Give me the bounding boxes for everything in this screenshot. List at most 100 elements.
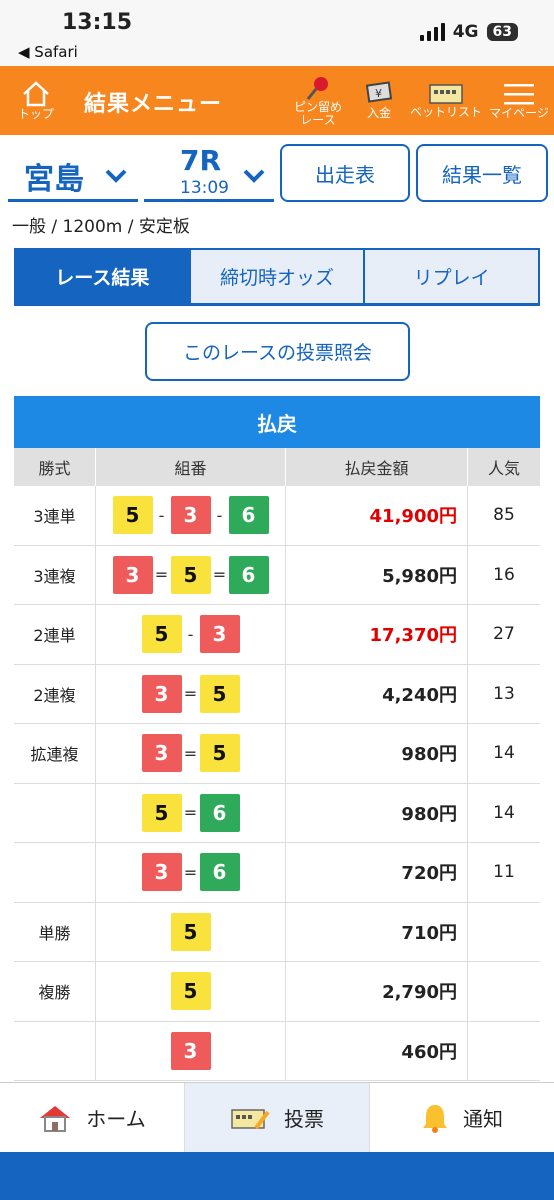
table-row: 2連単 5-3 17,370円 27	[14, 605, 540, 665]
payout-title: 払戻	[14, 396, 540, 448]
popularity-cell: 16	[493, 564, 515, 585]
tab-race-result[interactable]: レース結果	[16, 250, 191, 303]
payout-amount-cell: 5,980円	[286, 545, 468, 604]
venue-name: 宮島	[24, 162, 84, 197]
boat-number-chip: 5	[170, 972, 211, 1011]
boat-number-chip: 6	[199, 853, 240, 892]
payout-table-header: 勝式 組番 払戻金額 人気	[14, 448, 540, 486]
boat-number-chip: 3	[112, 555, 153, 594]
betlist-button[interactable]: ベットリスト	[410, 66, 482, 135]
home-nav-button[interactable]: ホーム	[0, 1083, 185, 1152]
boat-number-chip: 6	[228, 555, 269, 594]
page-title: 結果メニュー	[84, 92, 223, 117]
table-row: 3連複 3 = 5 = 6 5,980円 16	[14, 545, 540, 605]
boat-number-chip: 5	[141, 793, 182, 832]
deposit-yen-icon: ¥	[365, 81, 393, 103]
hamburger-menu-icon	[504, 84, 534, 105]
deposit-button[interactable]: ¥ 入金	[352, 66, 406, 135]
svg-text:¥: ¥	[375, 87, 382, 100]
mypage-button[interactable]: マイページ	[488, 66, 550, 135]
payout-amount-cell: 2,790円	[286, 962, 468, 1021]
pushpin-icon	[306, 76, 328, 100]
combo-separator: =	[212, 565, 227, 585]
boat-number-chip: 6	[199, 793, 240, 832]
tab-closing-odds[interactable]: 締切時オッズ	[190, 250, 366, 303]
combination-cell: 5 = 6	[96, 783, 286, 842]
vote-inquiry-button[interactable]: このレースの投票照会	[145, 322, 410, 381]
combination-cell: 5-3-6	[96, 486, 286, 545]
status-indicators: 4G 63	[419, 22, 518, 42]
boat-number-chip: 3	[141, 853, 182, 892]
venue-select[interactable]: 宮島	[8, 144, 138, 202]
combo-separator: =	[154, 565, 169, 585]
bell-icon	[423, 1104, 447, 1133]
table-row: 3 460円	[14, 1021, 540, 1081]
combo-separator: =	[183, 803, 198, 823]
entries-button[interactable]: 出走表	[280, 144, 410, 202]
vote-nav-button[interactable]: 投票	[185, 1083, 370, 1152]
boat-number-chip: 3	[141, 674, 182, 713]
home-icon	[40, 1105, 71, 1132]
boat-number-chip: 3	[141, 734, 182, 773]
bet-type-cell: 2連複	[14, 664, 96, 723]
header-combination: 組番	[96, 448, 286, 486]
boat-number-chip: 3	[170, 1031, 211, 1070]
combination-cell: 5-3	[96, 605, 286, 664]
popularity-cell: 14	[493, 743, 515, 764]
payout-amount-cell: 980円	[286, 724, 468, 783]
payout-amount-cell: 17,370円	[286, 605, 468, 664]
combo-separator: -	[158, 505, 165, 525]
race-number-select[interactable]: 7R 13:09	[144, 144, 274, 202]
top-button[interactable]: トップ	[8, 66, 64, 135]
payout-table-body: 3連単 5-3-6 41,900円 85 3連複 3 = 5 = 6 5,980円 16 2連単 5-3 1…	[14, 486, 540, 1081]
header-popularity: 人気	[487, 459, 520, 478]
tab-replay[interactable]: リプレイ	[365, 250, 539, 303]
popularity-cell	[468, 962, 540, 1021]
bottom-blue-bar	[0, 1152, 554, 1200]
payout-amount-cell: 460円	[286, 1021, 468, 1080]
results-list-button[interactable]: 結果一覧	[416, 144, 548, 202]
table-row: 拡連複 3 = 5 980円 14	[14, 724, 540, 784]
race-time: 13:09	[180, 178, 229, 198]
popularity-cell: 11	[493, 862, 515, 883]
popularity-cell	[468, 1022, 540, 1081]
race-info: 一般 / 1200m / 安定板	[12, 217, 190, 237]
chevron-down-icon	[243, 169, 265, 183]
boat-number-chip: 5	[170, 555, 211, 594]
bet-type-cell	[14, 1021, 96, 1080]
boat-number-chip: 6	[228, 496, 269, 535]
table-row: 2連複 3 = 5 4,240円 13	[14, 664, 540, 724]
combo-separator: =	[183, 862, 198, 882]
notify-nav-button[interactable]: 通知	[370, 1083, 554, 1152]
payout-amount-cell: 980円	[286, 783, 468, 842]
combination-cell: 3 = 5	[96, 724, 286, 783]
pin-race-button[interactable]: ピン留め レース	[286, 66, 350, 135]
boat-number-chip: 3	[170, 496, 211, 535]
battery-icon: 63	[486, 23, 518, 41]
header-bet-type: 勝式	[14, 448, 96, 486]
bet-type-cell: 拡連複	[14, 724, 96, 783]
race-number: 7R	[180, 144, 222, 177]
signal-icon	[419, 23, 445, 41]
bet-type-cell: 3連複	[14, 545, 96, 604]
combination-cell: 5	[96, 902, 286, 961]
boat-number-chip: 5	[199, 674, 240, 713]
combination-cell: 3 = 6	[96, 843, 286, 902]
home-nav-label: ホーム	[86, 1107, 146, 1131]
back-to-safari-link[interactable]: ◀ Safari	[18, 43, 78, 61]
boat-number-chip: 5	[199, 734, 240, 773]
mypage-label: マイページ	[489, 106, 549, 120]
combination-cell: 3	[96, 1021, 286, 1080]
result-tabs: レース結果 締切時オッズ リプレイ	[14, 248, 540, 306]
bet-type-cell: 複勝	[14, 962, 96, 1021]
table-row: 単勝 5 710円	[14, 902, 540, 962]
notify-nav-label: 通知	[463, 1107, 503, 1131]
bet-type-cell: 2連単	[14, 605, 96, 664]
combination-cell: 3 = 5	[96, 664, 286, 723]
payout-amount-cell: 4,240円	[286, 664, 468, 723]
bet-type-cell: 3連単	[14, 486, 96, 545]
deposit-label: 入金	[366, 106, 391, 120]
home-outline-icon	[23, 81, 49, 107]
table-row: 3 = 6 720円 11	[14, 843, 540, 903]
top-label: トップ	[17, 107, 54, 121]
